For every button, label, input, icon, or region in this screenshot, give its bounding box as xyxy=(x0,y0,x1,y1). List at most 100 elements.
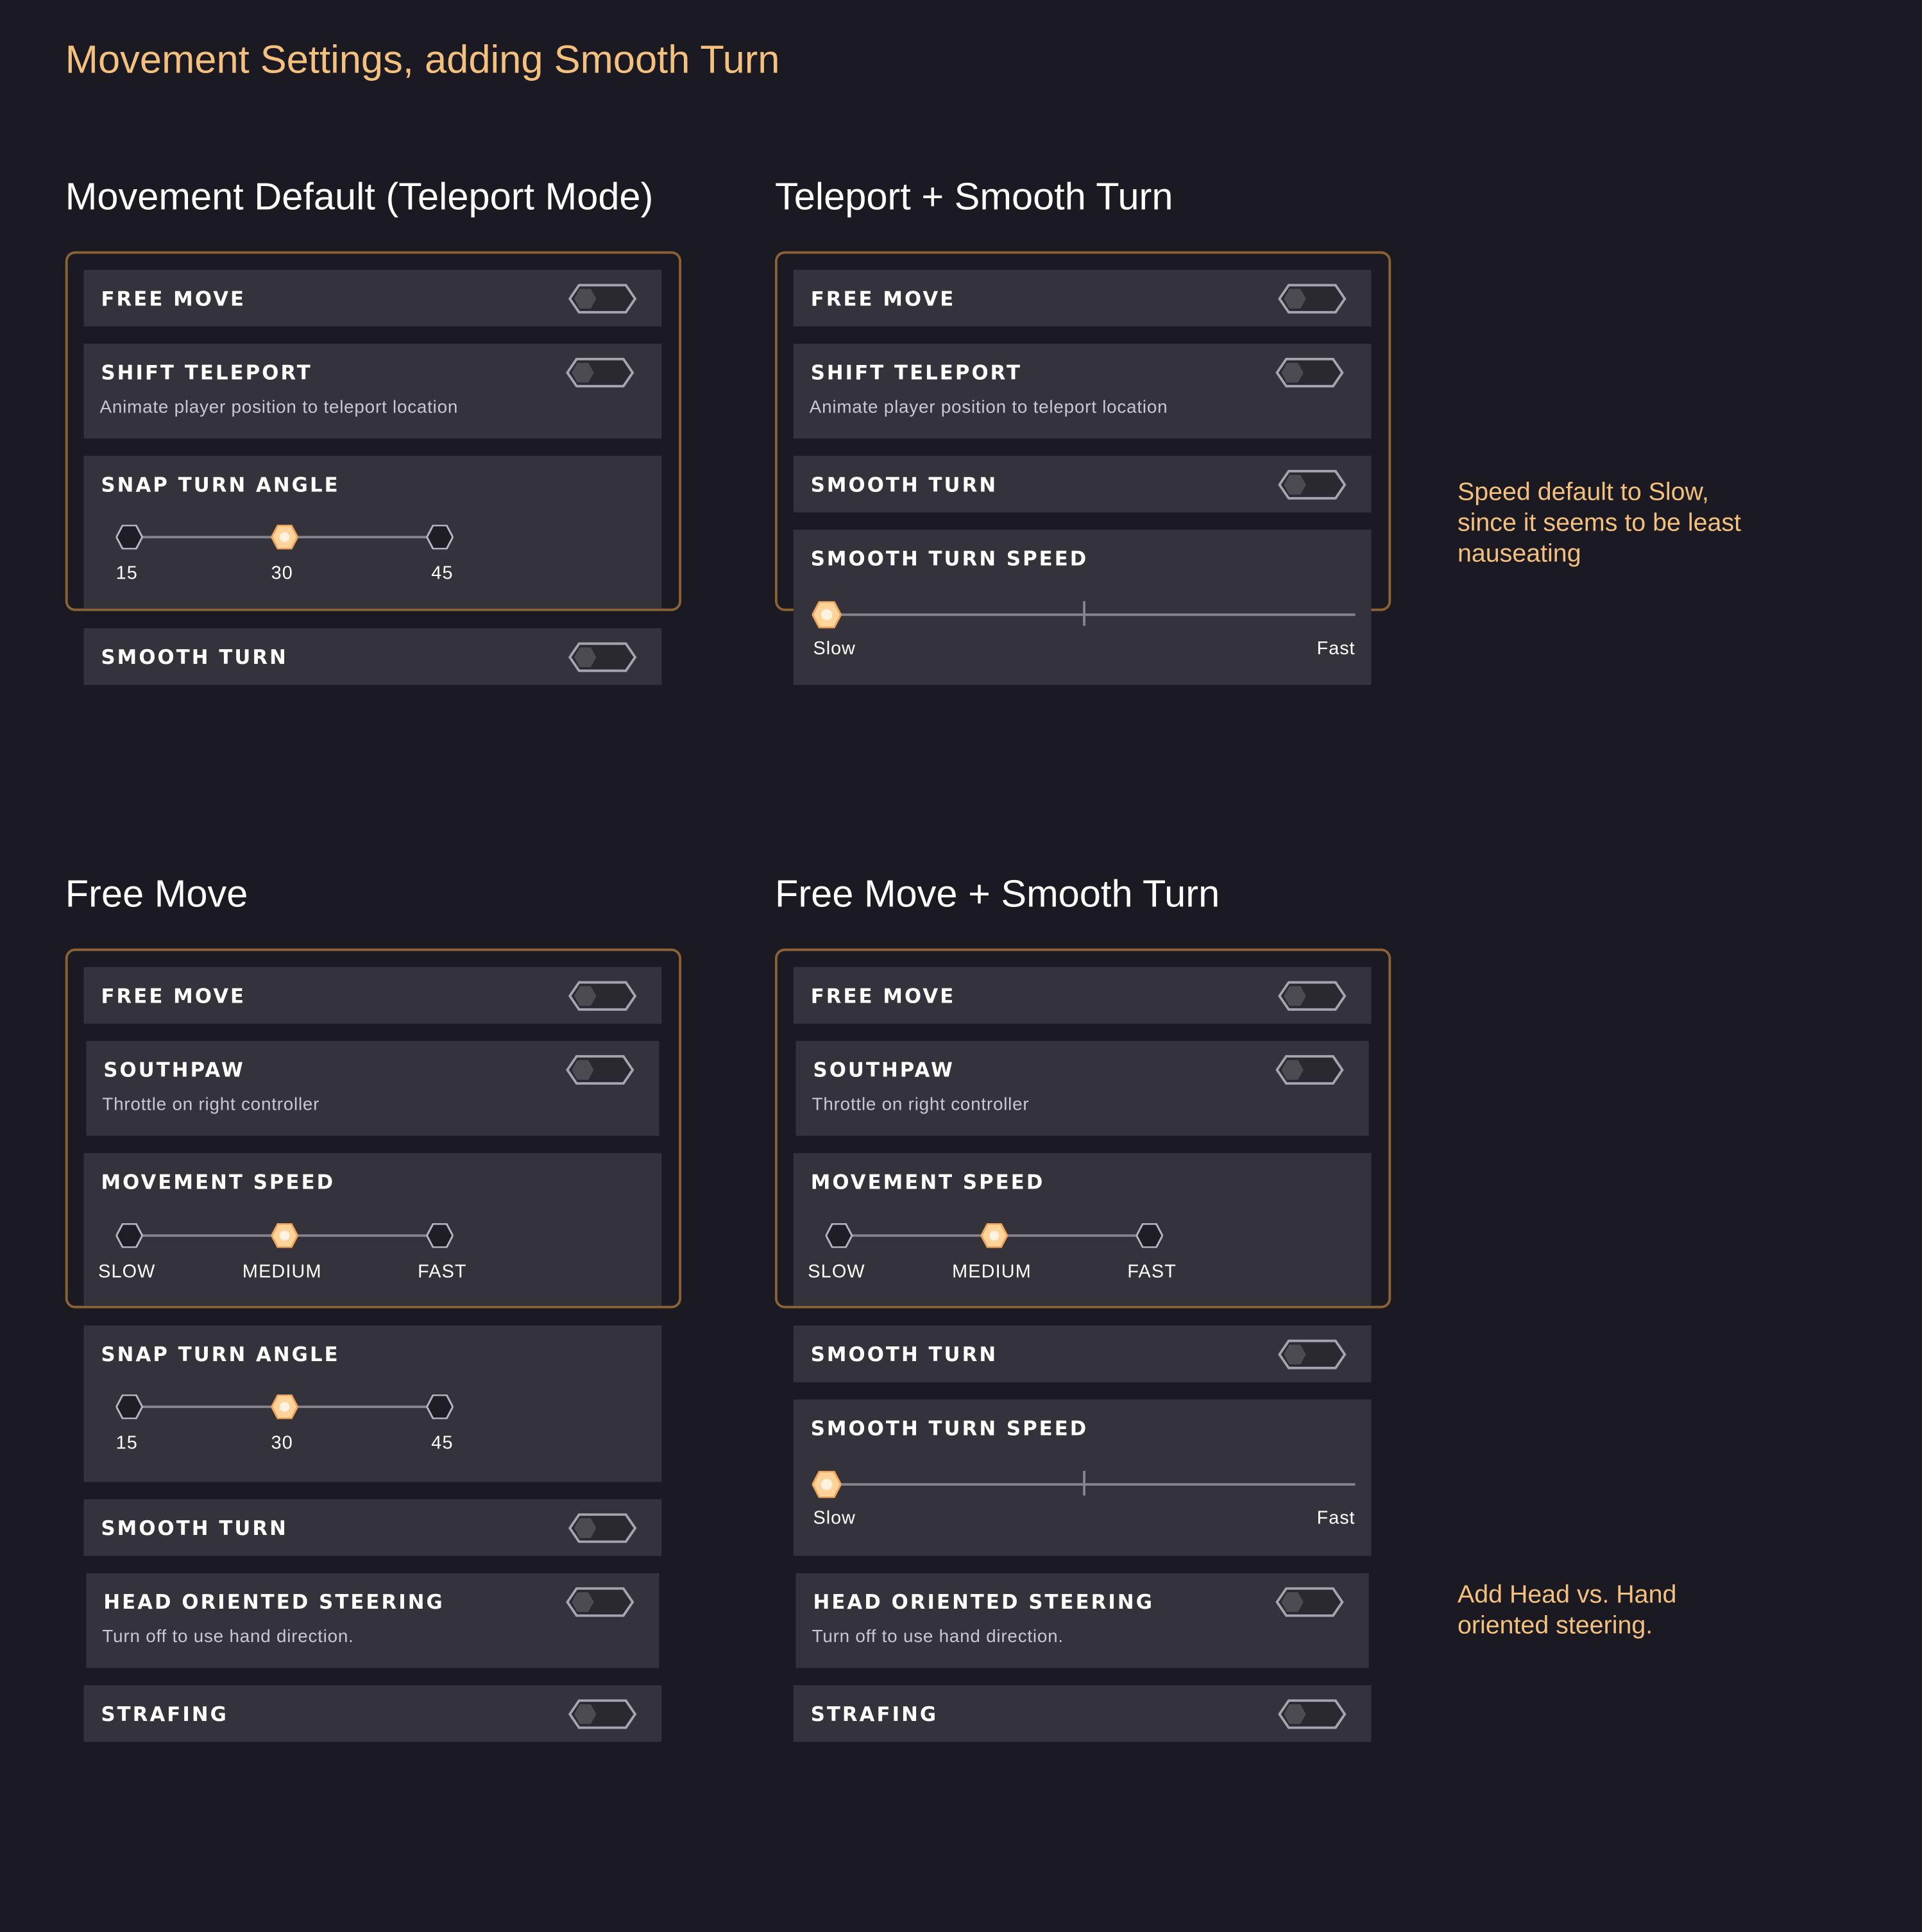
southpaw-toggle[interactable] xyxy=(566,1055,635,1085)
head-oriented-steering-toggle[interactable] xyxy=(566,1587,635,1618)
setting-row-southpaw: SOUTHPAW Throttle on right controller xyxy=(86,1040,659,1136)
slider-stop[interactable] xyxy=(425,1394,454,1419)
slider-stop-label: 45 xyxy=(431,563,454,584)
setting-row-free-move: FREE MOVE xyxy=(83,967,662,1024)
setting-description: Animate player position to teleport loca… xyxy=(99,398,459,418)
setting-description: Animate player position to teleport loca… xyxy=(809,398,1168,418)
slider-knob[interactable] xyxy=(811,1470,842,1498)
slider-stop-selected[interactable] xyxy=(270,1223,299,1248)
slider-stop-label: 45 xyxy=(431,1432,454,1454)
slider-stop-selected[interactable] xyxy=(270,524,299,550)
slider-stop[interactable] xyxy=(115,1394,144,1419)
setting-row-smooth-turn-speed: SMOOTH TURN SPEED Slow Fast xyxy=(793,1399,1372,1556)
section-title-default: Movement Default (Teleport Mode) xyxy=(65,174,654,218)
setting-label: STRAFING xyxy=(101,1702,228,1726)
note-steering: Add Head vs. Hand oriented steering. xyxy=(1458,1579,1676,1641)
free-move-toggle[interactable] xyxy=(1278,284,1347,314)
smooth-turn-speed-slider[interactable]: Slow Fast xyxy=(811,1470,1356,1545)
slider-midpoint-tick xyxy=(1083,1471,1085,1496)
setting-label: SNAP TURN ANGLE xyxy=(101,1343,340,1366)
free-move-toggle[interactable] xyxy=(1278,981,1347,1012)
setting-label: SMOOTH TURN xyxy=(101,645,288,669)
southpaw-toggle[interactable] xyxy=(1275,1055,1345,1085)
smooth-turn-speed-slider[interactable]: Slow Fast xyxy=(811,600,1356,675)
slider-stop-selected[interactable] xyxy=(270,1394,299,1419)
slider-stop[interactable] xyxy=(1135,1223,1164,1248)
snap-turn-angle-slider[interactable]: 15 30 45 xyxy=(115,1392,461,1454)
setting-row-free-move: FREE MOVE xyxy=(793,269,1372,326)
setting-description: Throttle on right controller xyxy=(812,1095,1030,1115)
smooth-turn-toggle[interactable] xyxy=(568,1513,637,1543)
setting-row-strafing: STRAFING xyxy=(83,1685,662,1742)
setting-description: Turn off to use hand direction. xyxy=(102,1627,354,1647)
strafing-toggle[interactable] xyxy=(1278,1699,1347,1729)
setting-label: SNAP TURN ANGLE xyxy=(101,473,340,496)
shift-teleport-toggle[interactable] xyxy=(1275,357,1345,388)
setting-row-movement-speed: MOVEMENT SPEED SLOW MEDIUM FAST xyxy=(83,1153,662,1306)
slider-stop[interactable] xyxy=(425,1223,454,1248)
slider-stop-label: SLOW xyxy=(808,1261,865,1283)
slider-stop[interactable] xyxy=(115,1223,144,1248)
slider-stop-label: MEDIUM xyxy=(952,1261,1032,1283)
setting-row-shift-teleport: SHIFT TELEPORT Animate player position t… xyxy=(83,343,662,439)
slider-stop-label: SLOW xyxy=(98,1261,156,1283)
smooth-turn-toggle[interactable] xyxy=(568,642,637,673)
note-line: since it seems to be least xyxy=(1457,509,1741,538)
setting-label: SOUTHPAW xyxy=(103,1058,245,1082)
setting-label: SMOOTH TURN SPEED xyxy=(810,1416,1089,1441)
section-title-teleport-smooth: Teleport + Smooth Turn xyxy=(774,174,1173,218)
setting-label: SMOOTH TURN SPEED xyxy=(810,547,1089,571)
slider-track xyxy=(830,613,1356,616)
snap-turn-angle-slider[interactable]: 15 30 45 xyxy=(115,522,461,584)
setting-label: SMOOTH TURN xyxy=(810,473,998,496)
setting-label: HEAD ORIENTED STEERING xyxy=(103,1590,445,1614)
setting-row-free-move: FREE MOVE xyxy=(793,967,1372,1024)
setting-row-southpaw: SOUTHPAW Throttle on right controller xyxy=(795,1040,1369,1136)
movement-speed-slider[interactable]: SLOW MEDIUM FAST xyxy=(808,1221,1176,1283)
slider-max-label: Fast xyxy=(1316,638,1356,659)
setting-label: SMOOTH TURN xyxy=(810,1343,998,1366)
slider-stop-selected[interactable] xyxy=(980,1223,1008,1248)
setting-label: SMOOTH TURN xyxy=(101,1516,288,1540)
slider-stop[interactable] xyxy=(115,524,144,550)
slider-stop-label: 15 xyxy=(115,1432,138,1454)
setting-label: FREE MOVE xyxy=(101,287,246,310)
note-line: nauseating xyxy=(1457,539,1581,568)
slider-stop-label: 30 xyxy=(271,563,293,584)
strafing-toggle[interactable] xyxy=(568,1699,637,1729)
head-oriented-steering-toggle[interactable] xyxy=(1275,1587,1345,1618)
setting-row-snap-turn-angle: SNAP TURN ANGLE 15 30 45 xyxy=(83,1325,662,1482)
slider-knob[interactable] xyxy=(811,600,842,629)
slider-stop[interactable] xyxy=(825,1223,853,1248)
smooth-turn-toggle[interactable] xyxy=(1278,470,1347,500)
setting-row-smooth-turn: SMOOTH TURN xyxy=(793,1325,1372,1382)
free-move-toggle[interactable] xyxy=(568,284,637,314)
setting-row-smooth-turn-speed: SMOOTH TURN SPEED Slow Fast xyxy=(793,529,1372,685)
setting-label: STRAFING xyxy=(810,1702,939,1726)
setting-row-free-move: FREE MOVE xyxy=(83,269,662,326)
slider-stop-label: FAST xyxy=(418,1261,467,1283)
slider-min-label: Slow xyxy=(813,1507,856,1529)
setting-row-smooth-turn: SMOOTH TURN xyxy=(83,1499,662,1556)
setting-label: SOUTHPAW xyxy=(813,1058,955,1082)
slider-stop[interactable] xyxy=(425,524,454,550)
note-line: Speed default to Slow, xyxy=(1457,478,1709,507)
slider-stop-label: 30 xyxy=(271,1432,293,1454)
setting-label: FREE MOVE xyxy=(101,984,246,1008)
smooth-turn-toggle[interactable] xyxy=(1278,1339,1347,1370)
setting-description: Turn off to use hand direction. xyxy=(812,1627,1064,1647)
setting-row-snap-turn-angle: SNAP TURN ANGLE 15 30 45 xyxy=(83,455,662,609)
free-move-toggle[interactable] xyxy=(568,981,637,1012)
setting-row-head-oriented-steering: HEAD ORIENTED STEERING Turn off to use h… xyxy=(795,1573,1369,1668)
section-title-free-move-smooth: Free Move + Smooth Turn xyxy=(774,872,1220,915)
shift-teleport-toggle[interactable] xyxy=(566,357,635,388)
slider-track xyxy=(830,1483,1356,1486)
slider-stop-label: FAST xyxy=(1127,1261,1177,1283)
slider-stop-label: 15 xyxy=(115,563,138,584)
note-line: oriented steering. xyxy=(1457,1611,1653,1640)
note-line: Add Head vs. Hand xyxy=(1457,1580,1677,1609)
page-title: Movement Settings, adding Smooth Turn xyxy=(65,37,780,81)
slider-min-label: Slow xyxy=(813,638,856,659)
movement-speed-slider[interactable]: SLOW MEDIUM FAST xyxy=(98,1221,466,1282)
setting-row-head-oriented-steering: HEAD ORIENTED STEERING Turn off to use h… xyxy=(86,1573,659,1668)
